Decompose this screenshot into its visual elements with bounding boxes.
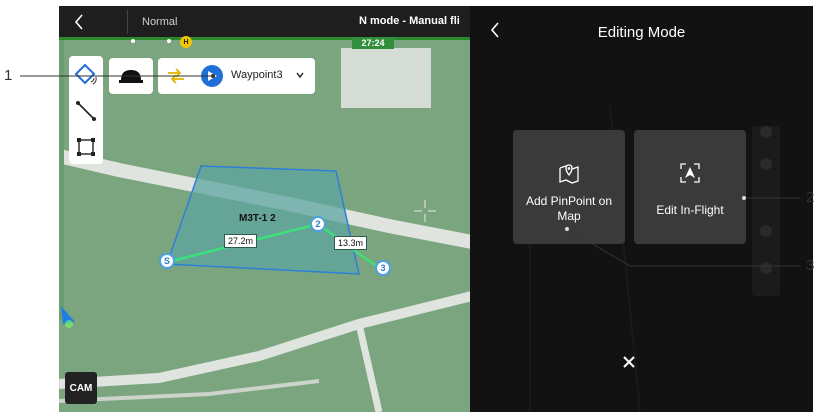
line-tool-button[interactable] [69, 94, 103, 128]
crosshair-icon [414, 200, 436, 222]
polygon-name-label: M3T-1 2 [239, 213, 276, 224]
add-pinpoint-label: Add PinPoint on Map [525, 194, 613, 223]
close-icon [623, 356, 635, 368]
map-pin-icon [513, 162, 625, 186]
swap-direction-icon[interactable] [164, 65, 188, 87]
app-screen: M3T-1 2 27.2m 13.3m S 2 3 Normal N mode … [59, 6, 813, 412]
battery-progress-bar [59, 37, 472, 40]
flight-mode-label[interactable]: Normal [142, 16, 177, 28]
camera-button-label: CAM [69, 382, 93, 394]
divider [127, 10, 128, 34]
edit-in-flight-icon [634, 162, 746, 186]
obstacle-shape-button[interactable] [109, 58, 153, 94]
drawing-toolbar [69, 56, 103, 164]
distance-label: 13.3m [334, 236, 368, 250]
rectangle-icon [77, 138, 95, 156]
home-point-badge: H [180, 36, 192, 48]
callout-number: 1 [4, 67, 13, 84]
callout-number: 3 [806, 257, 815, 274]
waypoint-marker[interactable]: 2 [310, 216, 326, 232]
chevron-down-icon [296, 72, 304, 79]
waypoint-selector[interactable]: Waypoint3 [158, 58, 315, 94]
edit-in-flight-label: Edit In-Flight [656, 203, 724, 217]
play-icon[interactable] [201, 65, 223, 87]
editor-title: Editing Mode [597, 24, 686, 41]
progress-dot [167, 39, 171, 43]
map-view[interactable]: M3T-1 2 27.2m 13.3m S 2 3 Normal N mode … [59, 6, 472, 412]
waypoint-selector-value: Waypoint3 [231, 69, 283, 81]
progress-dot [131, 39, 135, 43]
editing-mode-panel: Editing Mode Add PinPoint on Map Edit In… [470, 6, 813, 412]
rectangle-tool-button[interactable] [69, 130, 103, 164]
flight-timer: 27:24 [352, 37, 394, 49]
camera-view-button[interactable]: CAM [65, 372, 97, 404]
waypoint-marker[interactable]: 3 [375, 260, 391, 276]
aircraft-position-icon [61, 306, 75, 328]
add-pinpoint-button[interactable]: Add PinPoint on Map [513, 130, 625, 244]
top-status-bar: Normal N mode - Manual fli H 27:24 [59, 6, 472, 49]
distance-label: 27.2m [224, 234, 258, 248]
polygon-tool-button[interactable] [69, 58, 103, 92]
waypoint-marker-start[interactable]: S [159, 253, 175, 269]
close-editor-button[interactable] [619, 352, 639, 372]
dome-icon [119, 70, 143, 83]
callout-number: 2 [806, 189, 815, 206]
chevron-left-icon [74, 14, 83, 30]
edit-in-flight-button[interactable]: Edit In-Flight [634, 130, 746, 244]
mode-status-label: N mode - Manual fli [359, 15, 460, 27]
back-button[interactable] [67, 10, 91, 34]
polygon-icon [74, 63, 97, 85]
line-icon [76, 101, 96, 121]
